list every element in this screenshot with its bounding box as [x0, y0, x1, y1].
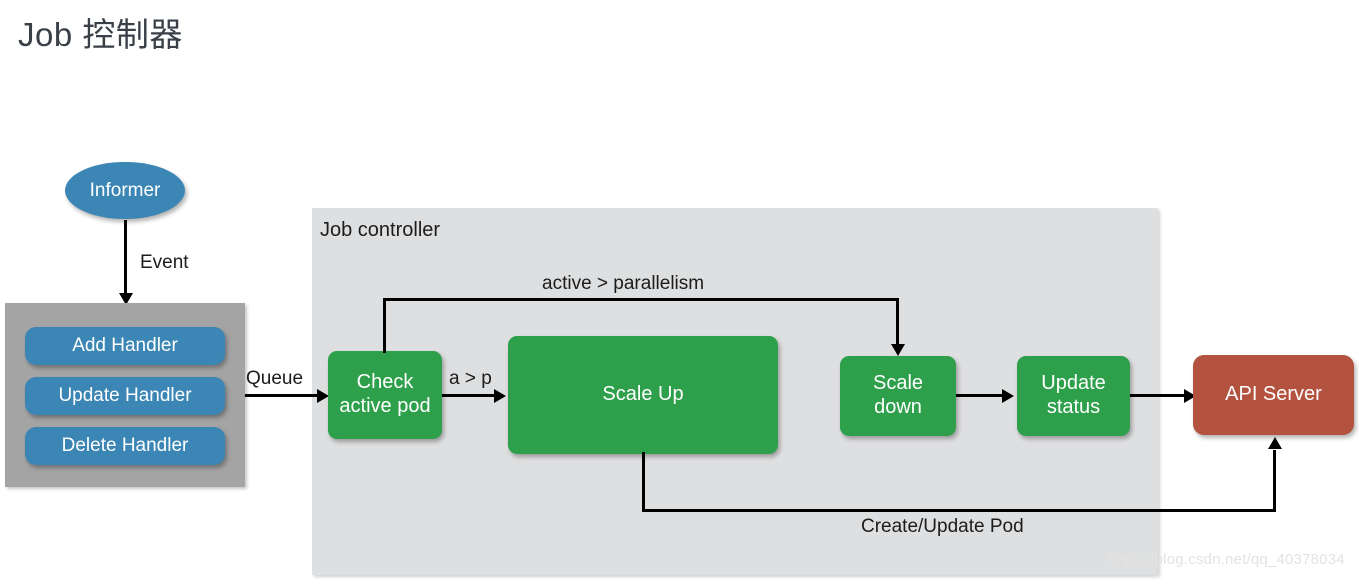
informer-node[interactable]: Informer — [65, 162, 185, 219]
node-update-status[interactable]: Update status — [1017, 356, 1130, 436]
node-api-server-label: API Server — [1225, 383, 1322, 406]
handler-delete[interactable]: Delete Handler — [25, 427, 225, 465]
node-update-status-label: Update status — [1041, 372, 1106, 419]
watermark: https://blog.csdn.net/qq_40378034 — [1108, 551, 1345, 568]
event-arrow-line — [124, 220, 127, 296]
create-update-pod-line-down — [642, 452, 645, 512]
a-gt-p-arrow-line — [442, 394, 496, 397]
queue-arrow-line — [245, 394, 319, 397]
handler-add[interactable]: Add Handler — [25, 327, 225, 365]
handler-update[interactable]: Update Handler — [25, 377, 225, 415]
node-check-active-pod-label: Check active pod — [339, 371, 430, 418]
edge-label-active-gt-parallelism: active > parallelism — [542, 273, 705, 294]
node-check-active-pod[interactable]: Check active pod — [328, 351, 442, 439]
edge-label-event: Event — [140, 252, 189, 273]
scale-down-to-update-status-line — [956, 394, 1004, 397]
informer-label: Informer — [89, 179, 161, 201]
diagram-canvas: Job 控制器 Job controller Informer Event Ad… — [0, 0, 1359, 584]
create-update-pod-line-bottom — [642, 509, 1276, 512]
edge-label-queue: Queue — [246, 368, 304, 389]
node-scale-down[interactable]: Scale down — [840, 356, 956, 436]
node-scale-up[interactable]: Scale Up — [508, 336, 778, 454]
edge-label-a-gt-p: a > p — [449, 368, 492, 389]
node-scale-down-line1: Scale — [872, 372, 924, 395]
active-gt-parallelism-arrowhead-icon — [891, 344, 905, 356]
handler-delete-label: Delete Handler — [61, 434, 189, 456]
node-check-active-pod-line1: Check — [356, 371, 414, 394]
node-api-server[interactable]: API Server — [1193, 355, 1354, 435]
node-update-status-line1: Update — [1041, 372, 1106, 395]
node-scale-down-line2: down — [874, 396, 922, 418]
page-title: Job 控制器 — [18, 16, 183, 53]
handler-add-label: Add Handler — [72, 334, 178, 356]
node-scale-up-label: Scale Up — [602, 383, 684, 406]
node-check-active-pod-line2: active pod — [339, 395, 431, 417]
active-gt-parallelism-line-top — [383, 298, 899, 301]
a-gt-p-arrowhead-icon — [494, 389, 506, 403]
create-update-pod-arrowhead-icon — [1268, 437, 1282, 449]
edge-label-create-update-pod: Create/Update Pod — [861, 516, 1024, 537]
update-status-to-api-server-line — [1130, 394, 1186, 397]
create-update-pod-line-up — [1273, 450, 1276, 512]
scale-down-to-update-status-arrowhead-icon — [1002, 389, 1014, 403]
node-scale-down-label: Scale down — [873, 372, 923, 419]
active-gt-parallelism-line-down — [896, 298, 899, 349]
job-controller-panel-label: Job controller — [320, 219, 441, 241]
handler-update-label: Update Handler — [58, 384, 192, 406]
active-gt-parallelism-line-up — [383, 298, 386, 353]
node-update-status-line2: status — [1046, 396, 1101, 418]
